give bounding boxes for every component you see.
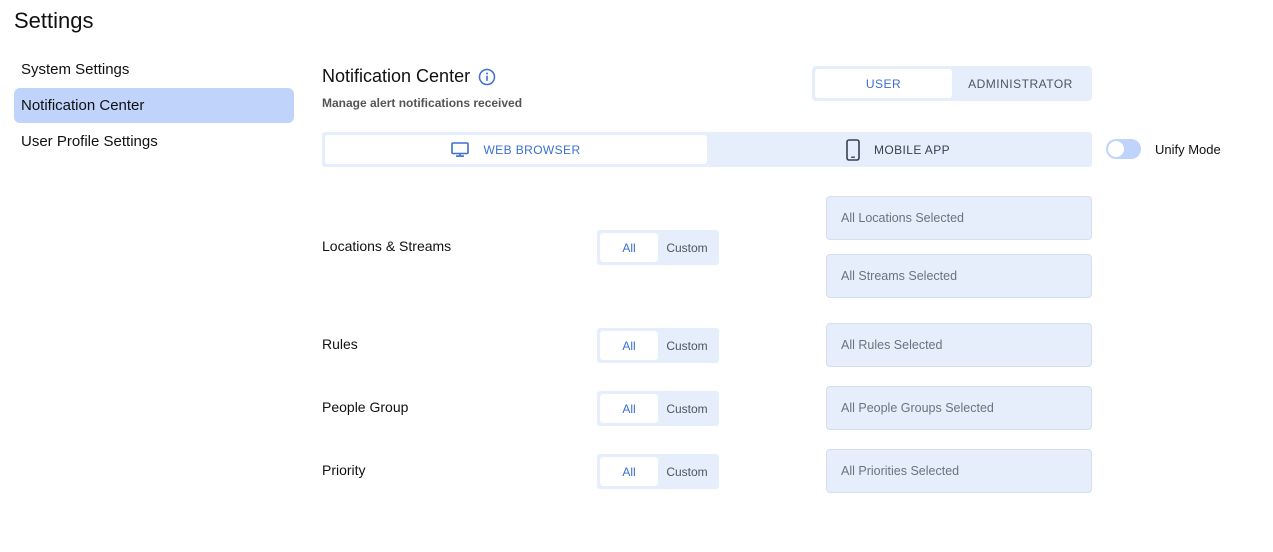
all-option[interactable]: All [600,457,658,486]
people-group-all-custom-toggle: All Custom [597,391,719,426]
unify-mode: Unify Mode [1106,139,1221,159]
priority-all-custom-toggle: All Custom [597,454,719,489]
all-option[interactable]: All [600,331,658,360]
mobile-phone-icon [846,138,860,161]
info-icon[interactable] [478,68,496,86]
locations-selector[interactable]: All Locations Selected [826,196,1092,240]
page-title: Settings [14,8,94,33]
row-label-people-group: People Group [322,399,409,415]
unify-mode-label: Unify Mode [1155,141,1221,157]
people-groups-selector[interactable]: All People Groups Selected [826,386,1092,430]
section-subtitle: Manage alert notifications received [322,96,523,110]
unify-mode-switch[interactable] [1106,139,1141,159]
sidebar-item-system-settings[interactable]: System Settings [14,52,294,87]
custom-option[interactable]: Custom [658,331,716,360]
custom-option[interactable]: Custom [658,394,716,423]
locations-streams-all-custom-toggle: All Custom [597,230,719,265]
platform-mobile-app-tab[interactable]: MOBILE APP [707,135,1089,164]
custom-option[interactable]: Custom [658,233,716,262]
streams-selector[interactable]: All Streams Selected [826,254,1092,298]
custom-option[interactable]: Custom [658,457,716,486]
section-title: Notification Center [322,66,496,87]
row-label-rules: Rules [322,336,358,352]
role-user-tab[interactable]: USER [815,69,952,98]
sidebar-item-label: User Profile Settings [21,133,158,150]
sidebar-item-label: Notification Center [21,97,145,114]
switch-knob [1108,141,1124,157]
role-toggle: USER ADMINISTRATOR [812,66,1092,101]
monitor-icon [451,141,470,157]
platform-tab-label: WEB BROWSER [483,142,581,157]
rules-all-custom-toggle: All Custom [597,328,719,363]
sidebar-item-label: System Settings [21,61,130,78]
platform-web-browser-tab[interactable]: WEB BROWSER [325,135,707,164]
sidebar-item-user-profile-settings[interactable]: User Profile Settings [14,124,294,159]
sidebar: System Settings Notification Center User… [14,52,294,160]
role-administrator-tab[interactable]: ADMINISTRATOR [952,69,1089,98]
section-title-text: Notification Center [322,66,471,86]
row-label-priority: Priority [322,462,366,478]
all-option[interactable]: All [600,233,658,262]
priorities-selector[interactable]: All Priorities Selected [826,449,1092,493]
rules-selector[interactable]: All Rules Selected [826,323,1092,367]
row-label-locations-streams: Locations & Streams [322,238,452,254]
platform-toggle: WEB BROWSER MOBILE APP [322,132,1092,167]
all-option[interactable]: All [600,394,658,423]
sidebar-item-notification-center[interactable]: Notification Center [14,88,294,123]
platform-tab-label: MOBILE APP [873,142,951,157]
